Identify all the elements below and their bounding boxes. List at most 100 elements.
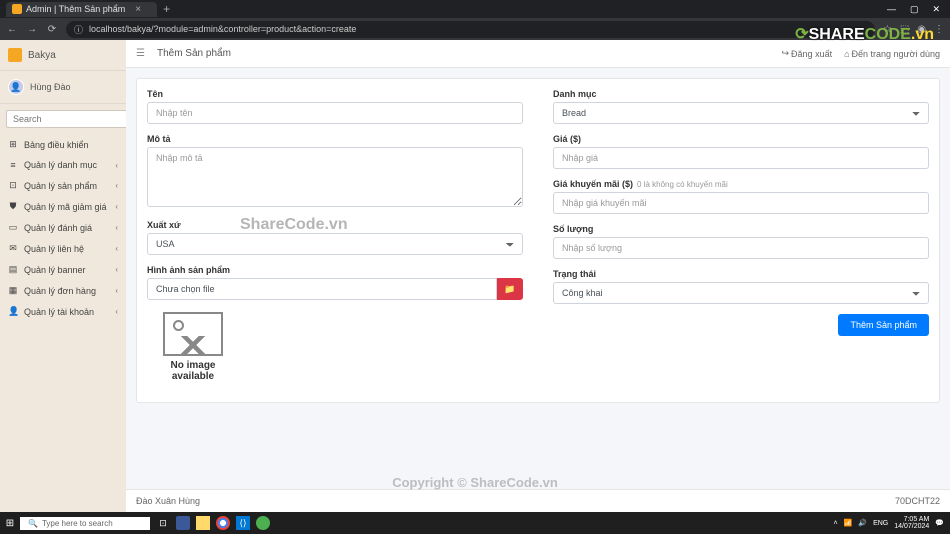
sidebar-item[interactable]: 👤 Quản lý tài khoản ‹ [0, 301, 126, 322]
qty-input[interactable] [553, 237, 929, 259]
browser-titlebar: Admin | Thêm Sản phẩm × + — ▢ ✕ [0, 0, 950, 18]
footer: Đào Xuân Hùng 70DCHT22 [126, 489, 950, 512]
search-icon: 🔍 [28, 519, 38, 528]
sidebar-item-label: Quản lý danh mục [24, 160, 97, 170]
sidebar-user[interactable]: 👤 Hùng Đào [0, 71, 126, 104]
taskbar-search[interactable]: 🔍 Type here to search [20, 517, 150, 530]
sale-input[interactable] [553, 192, 929, 214]
sidebar-menu: ⊞Bảng điều khiển≡Quản lý danh mục‹⊡Quản … [0, 134, 126, 322]
browser-tab[interactable]: Admin | Thêm Sản phẩm × [6, 2, 157, 17]
avatar: 👤 [8, 79, 24, 95]
form-card: Tên Mô tả Xuất xứ USA [136, 78, 940, 403]
file-browse-button[interactable]: 📁 [497, 278, 523, 300]
sidebar-item[interactable]: ▤Quản lý banner‹ [0, 259, 126, 280]
name-input[interactable] [147, 102, 523, 124]
chevron-left-icon: ‹ [115, 161, 118, 170]
origin-label: Xuất xứ [147, 220, 523, 230]
image-label: Hình ảnh sản phẩm [147, 265, 523, 275]
userpage-link[interactable]: ⌂Đến trang người dùng [844, 48, 940, 59]
window-controls: — ▢ ✕ [877, 4, 950, 15]
explorer-icon[interactable] [196, 516, 210, 530]
sidebar-item[interactable]: ⊡Quản lý sản phẩm‹ [0, 175, 126, 196]
desc-input[interactable] [147, 147, 523, 207]
chevron-left-icon: ‹ [115, 244, 118, 253]
submit-button[interactable]: Thêm Sản phẩm [838, 314, 929, 336]
sidebar-search-input[interactable] [6, 110, 136, 128]
windows-taskbar: ⊞ 🔍 Type here to search ⊡ ⟨⟩ ˄ 📶 🔊 ENG 7… [0, 512, 950, 534]
status-select[interactable]: Công khai [553, 282, 929, 304]
chevron-left-icon: ‹ [115, 202, 118, 211]
tab-title: Admin | Thêm Sản phẩm [26, 4, 125, 14]
sidebar-item-label: Quản lý banner [24, 265, 86, 275]
url-input[interactable]: ⓘ localhost/bakya/?module=admin&controll… [66, 21, 875, 38]
language-icon[interactable]: ENG [873, 520, 888, 527]
tab-favicon [12, 4, 22, 14]
watermark-logo: ⟳SHARECODE.vn [795, 24, 934, 44]
chrome-icon[interactable] [216, 516, 230, 530]
notification-icon[interactable]: 💬 [935, 519, 944, 527]
chevron-left-icon: ‹ [115, 181, 118, 190]
volume-icon[interactable]: 🔊 [858, 519, 867, 527]
desc-label: Mô tả [147, 134, 523, 144]
chevron-left-icon: ‹ [115, 265, 118, 274]
new-tab-button[interactable]: + [163, 2, 170, 16]
image-file-input[interactable] [147, 278, 497, 300]
vscode-icon[interactable]: ⟨⟩ [236, 516, 250, 530]
sidebar-item-label: Quản lý tài khoản [24, 307, 94, 317]
sidebar-item[interactable]: ▦ Quản lý đơn hàng ‹ [0, 280, 126, 301]
sidebar-item[interactable]: ≡Quản lý danh mục‹ [0, 155, 126, 175]
menu-icon[interactable]: ⋮ [934, 24, 944, 35]
chevron-left-icon: ‹ [115, 223, 118, 232]
maximize-button[interactable]: ▢ [910, 4, 919, 15]
reload-icon[interactable]: ⟳ [46, 24, 58, 35]
close-icon[interactable]: × [135, 4, 141, 15]
logout-link[interactable]: ↪Đăng xuất [782, 48, 833, 59]
sidebar-item[interactable]: ✉Quản lý liên hệ‹ [0, 238, 126, 259]
minimize-button[interactable]: — [887, 4, 896, 15]
chevron-left-icon: ‹ [115, 286, 118, 295]
forward-icon[interactable]: → [26, 24, 38, 35]
price-input[interactable] [553, 147, 929, 169]
no-image-preview: No imageavailable [147, 312, 239, 382]
footer-author: Đào Xuân Hùng [136, 496, 200, 506]
no-image-icon [163, 312, 223, 356]
sidebar: Bakya 👤 Hùng Đào 🔍 ⊞Bảng điều khiển≡Quản… [0, 40, 126, 512]
origin-select[interactable]: USA [147, 233, 523, 255]
qty-label: Số lượng [553, 224, 929, 234]
sidebar-item[interactable]: ⊞ Bảng điều khiển [0, 134, 126, 155]
app-icon[interactable] [256, 516, 270, 530]
task-view-icon[interactable]: ⊡ [156, 516, 170, 530]
page-title: Thêm Sản phẩm [157, 48, 231, 59]
menu-icon: ▦ [8, 285, 18, 296]
hamburger-icon[interactable]: ☰ [136, 48, 145, 59]
taskbar-app-icon[interactable] [176, 516, 190, 530]
footer-code: 70DCHT22 [895, 496, 940, 506]
app-container: ShareCode.vn Copyright © ShareCode.vn Ba… [0, 40, 950, 512]
sidebar-item-label: Quản lý liên hệ [24, 244, 84, 254]
tray-chevron-icon[interactable]: ˄ [834, 520, 838, 527]
taskbar-clock[interactable]: 7:05 AM 14/07/2024 [894, 516, 929, 530]
start-button[interactable]: ⊞ [0, 518, 20, 529]
status-label: Trạng thái [553, 269, 929, 279]
close-window-button[interactable]: ✕ [932, 4, 940, 15]
info-icon: ⓘ [74, 23, 83, 36]
menu-icon: 👤 [8, 306, 18, 317]
brand[interactable]: Bakya [0, 40, 126, 71]
sidebar-item-label: Quản lý đơn hàng [24, 286, 96, 296]
menu-icon: ▭ [8, 222, 18, 233]
folder-icon: 📁 [504, 284, 515, 295]
category-select[interactable]: Bread [553, 102, 929, 124]
sidebar-item[interactable]: ▭Quản lý đánh giá‹ [0, 217, 126, 238]
menu-icon: ⊡ [8, 180, 18, 191]
user-name: Hùng Đào [30, 82, 71, 92]
menu-icon: ⊞ [8, 139, 18, 150]
wifi-icon[interactable]: 📶 [844, 519, 853, 527]
chevron-left-icon: ‹ [115, 307, 118, 316]
brand-icon [8, 48, 22, 62]
category-label: Danh mục [553, 89, 929, 99]
main-area: ☰ Thêm Sản phẩm ↪Đăng xuất ⌂Đến trang ng… [126, 40, 950, 512]
sidebar-item[interactable]: ⛊Quản lý mã giảm giá‹ [0, 196, 126, 217]
back-icon[interactable]: ← [6, 24, 18, 35]
sale-label: Giá khuyến mãi ($)0 là không có khuyến m… [553, 179, 929, 189]
sidebar-item-label: Bảng điều khiển [24, 140, 89, 150]
